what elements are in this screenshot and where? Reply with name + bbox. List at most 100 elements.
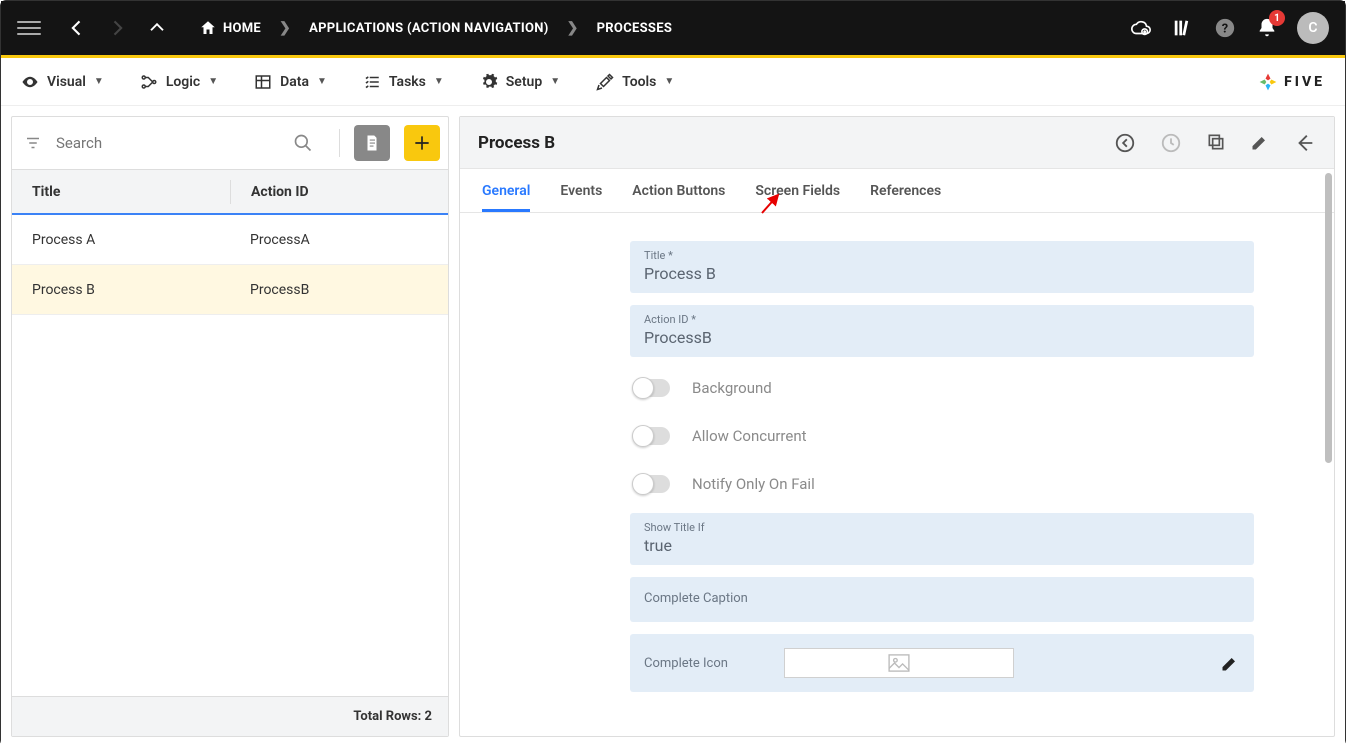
edit-icon[interactable] <box>1220 653 1240 673</box>
scrollbar[interactable] <box>1325 173 1332 463</box>
field-actionid[interactable]: Action ID * ProcessB <box>630 305 1254 357</box>
toggle-switch[interactable] <box>634 475 670 493</box>
toggle-label: Background <box>692 379 772 397</box>
caret-down-icon: ▼ <box>317 76 327 87</box>
eye-icon <box>21 73 39 91</box>
nav-up-button[interactable] <box>139 10 175 46</box>
cell-actionid: ProcessA <box>230 228 448 252</box>
field-title[interactable]: Title * Process B <box>630 241 1254 293</box>
detail-actions <box>1114 132 1316 154</box>
menu-logic[interactable]: Logic ▼ <box>140 73 218 91</box>
table-row[interactable]: Process A ProcessA <box>12 215 448 265</box>
tab-action-buttons[interactable]: Action Buttons <box>632 169 725 212</box>
history-icon[interactable] <box>1160 132 1182 154</box>
toggle-notify: Notify Only On Fail <box>630 465 1254 503</box>
help-icon[interactable]: ? <box>1213 16 1237 40</box>
toggle-background: Background <box>630 369 1254 407</box>
column-actionid[interactable]: Action ID <box>230 180 448 204</box>
toggle-concurrent: Allow Concurrent <box>630 417 1254 455</box>
topbar-left: HOME ❯ APPLICATIONS (ACTION NAVIGATION) … <box>17 10 684 46</box>
brand-text: FIVE <box>1284 74 1325 90</box>
cell-title: Process A <box>12 232 230 248</box>
breadcrumb-applications[interactable]: APPLICATIONS (ACTION NAVIGATION) <box>297 21 561 36</box>
chevron-right-icon: ❯ <box>561 20 585 36</box>
caret-down-icon: ▼ <box>550 76 560 87</box>
avatar[interactable]: C <box>1297 12 1329 44</box>
field-value: Process B <box>644 264 1240 283</box>
tab-screen-fields[interactable]: Screen Fields <box>755 169 840 212</box>
notification-badge: 1 <box>1269 10 1285 26</box>
back-arrow-icon[interactable] <box>1294 132 1316 154</box>
tab-references[interactable]: References <box>870 169 941 212</box>
menu-label: Data <box>280 74 309 90</box>
toggle-label: Allow Concurrent <box>692 427 807 445</box>
revert-icon[interactable] <box>1114 132 1136 154</box>
form-area: Title * Process B Action ID * ProcessB B… <box>460 213 1334 736</box>
detail-title: Process B <box>478 133 555 153</box>
caret-down-icon: ▼ <box>664 76 674 87</box>
breadcrumb: HOME ❯ APPLICATIONS (ACTION NAVIGATION) … <box>187 19 684 37</box>
menu-setup[interactable]: Setup ▼ <box>480 73 560 91</box>
menu-data[interactable]: Data ▼ <box>254 73 327 91</box>
table-body: Process A ProcessA Process B ProcessB <box>12 215 448 696</box>
menu-label: Visual <box>47 74 86 90</box>
table-icon <box>254 73 272 91</box>
toggle-switch[interactable] <box>634 427 670 445</box>
search-row <box>12 117 448 169</box>
menu-label: Tools <box>622 74 656 90</box>
table-row[interactable]: Process B ProcessB <box>12 265 448 315</box>
menu-label: Setup <box>506 74 542 90</box>
breadcrumb-label: PROCESSES <box>597 21 673 36</box>
detail-header: Process B <box>460 117 1334 169</box>
tab-general[interactable]: General <box>482 169 530 212</box>
column-title[interactable]: Title <box>12 184 230 200</box>
toggle-label: Notify Only On Fail <box>692 475 815 493</box>
search-icon[interactable] <box>293 133 325 153</box>
topbar-right: ? 1 C <box>1129 12 1329 44</box>
right-panel: Process B General Events Action Buttons … <box>459 116 1335 737</box>
field-label: Complete Icon <box>644 656 764 671</box>
svg-text:?: ? <box>1222 22 1228 37</box>
left-panel: Title Action ID Process A ProcessA Proce… <box>11 116 449 737</box>
add-button[interactable] <box>404 125 440 161</box>
cloud-icon[interactable] <box>1129 16 1153 40</box>
field-showtitleif[interactable]: Show Title If true <box>630 513 1254 565</box>
menu-tools[interactable]: Tools ▼ <box>596 73 674 91</box>
search-input[interactable] <box>56 134 285 152</box>
caret-down-icon: ▼ <box>208 76 218 87</box>
brand: FIVE <box>1258 72 1325 92</box>
table-footer: Total Rows: 2 <box>12 696 448 736</box>
topbar: HOME ❯ APPLICATIONS (ACTION NAVIGATION) … <box>1 1 1345 55</box>
field-value: true <box>644 536 1240 555</box>
breadcrumb-processes[interactable]: PROCESSES <box>585 21 685 36</box>
toggle-switch[interactable] <box>634 379 670 397</box>
bell-icon[interactable]: 1 <box>1255 16 1279 40</box>
menu-tasks[interactable]: Tasks ▼ <box>363 73 444 91</box>
nav-back-button[interactable] <box>59 10 95 46</box>
document-button[interactable] <box>354 125 390 161</box>
menu-label: Logic <box>166 74 200 90</box>
library-icon[interactable] <box>1171 16 1195 40</box>
menu-label: Tasks <box>389 74 426 90</box>
field-label: Complete Caption <box>644 585 1240 612</box>
field-value: ProcessB <box>644 328 1240 347</box>
tab-events[interactable]: Events <box>560 169 602 212</box>
nav-forward-button[interactable] <box>99 10 135 46</box>
breadcrumb-home[interactable]: HOME <box>187 19 273 37</box>
hamburger-icon[interactable] <box>17 16 41 40</box>
field-completecaption[interactable]: Complete Caption <box>630 577 1254 622</box>
divider <box>339 129 340 157</box>
copy-icon[interactable] <box>1206 132 1226 154</box>
caret-down-icon: ▼ <box>94 76 104 87</box>
caret-down-icon: ▼ <box>434 76 444 87</box>
menu-visual[interactable]: Visual ▼ <box>21 73 104 91</box>
logic-icon <box>140 73 158 91</box>
gear-icon <box>480 73 498 91</box>
tasks-icon <box>363 73 381 91</box>
field-label: Title * <box>644 249 1240 262</box>
menubar: Visual ▼ Logic ▼ Data ▼ Tasks ▼ Setup ▼ … <box>1 58 1345 106</box>
filter-icon[interactable] <box>24 134 48 152</box>
breadcrumb-label: HOME <box>223 21 261 36</box>
table-header: Title Action ID <box>12 169 448 215</box>
edit-icon[interactable] <box>1250 132 1270 154</box>
